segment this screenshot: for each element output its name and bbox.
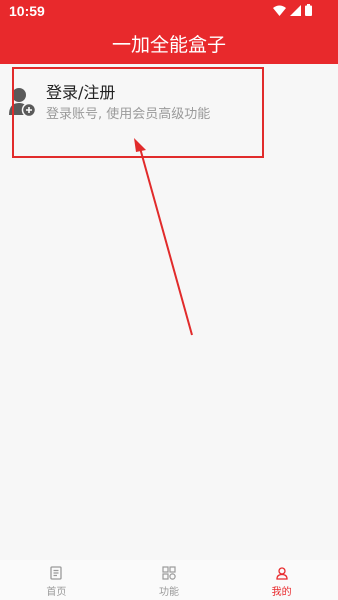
page-title: 一加全能盒子 xyxy=(111,34,226,56)
nav-label-features: 功能 xyxy=(159,587,179,598)
signal-icon xyxy=(290,4,301,16)
battery-icon xyxy=(305,4,312,16)
annotation-highlight-box xyxy=(12,67,264,158)
nav-item-home[interactable]: 首页 xyxy=(0,560,113,600)
status-time: 10:59 xyxy=(9,3,45,19)
grid-icon xyxy=(162,566,176,580)
wifi-icon xyxy=(273,5,286,16)
app-bar: 10:59 一加全能盒子 xyxy=(0,0,338,64)
nav-label-home: 首页 xyxy=(46,587,67,598)
nav-item-features[interactable]: 功能 xyxy=(113,560,226,600)
person-icon xyxy=(276,567,288,580)
nav-item-mine[interactable]: 我的 xyxy=(225,560,338,600)
nav-label-mine: 我的 xyxy=(271,587,292,598)
bottom-nav: 首页 功能 我的 xyxy=(0,560,338,600)
document-icon xyxy=(50,566,62,580)
status-icons xyxy=(273,4,312,16)
